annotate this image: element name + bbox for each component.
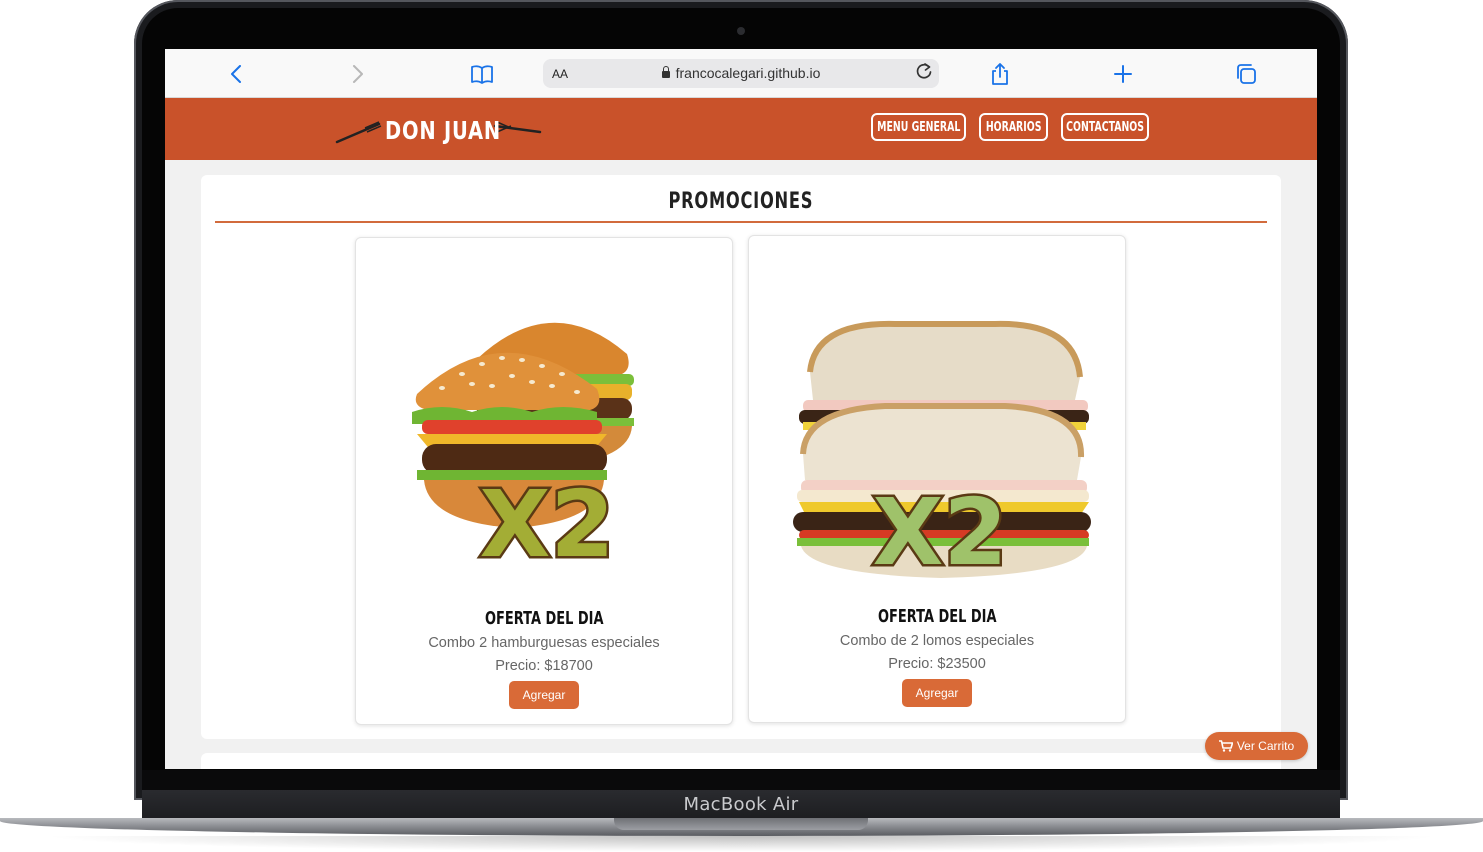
promo-card: X2 OFERTA DEL DIA Combo 2 hamburguesas e…	[355, 237, 733, 725]
back-icon[interactable]	[223, 61, 249, 87]
cart-icon	[1218, 740, 1233, 752]
card-price: Precio: $18700	[495, 658, 593, 674]
logo-text: DON JUAN	[385, 116, 502, 145]
card-description: Combo de 2 lomos especiales	[839, 633, 1035, 649]
nav-horarios-label: HORARIOS	[985, 119, 1042, 135]
nav-contactanos[interactable]: CONTACTANOS	[1061, 113, 1149, 141]
nav-contactanos-label: CONTACTANOS	[1066, 119, 1144, 135]
add-to-cart-button[interactable]: Agregar	[902, 679, 972, 707]
camera-icon	[737, 27, 745, 35]
lomo-sandwich-image: X2	[793, 320, 1091, 582]
promotions-section: PROMOCIONES X2 OFERTA DEL DIA Combo 2 ha…	[201, 175, 1281, 739]
reload-icon[interactable]	[915, 62, 933, 85]
promo-card: X2 OFERTA DEL DIA Combo de 2 lomos espec…	[748, 235, 1126, 723]
bookmarks-icon[interactable]	[469, 61, 495, 87]
laptop-shadow	[40, 836, 1443, 852]
nav-menu-general-label: MENU GENERAL	[876, 119, 961, 135]
laptop-bezel-bottom	[142, 770, 1340, 790]
laptop-notch	[614, 818, 868, 830]
section-title: PROMOCIONES	[668, 189, 814, 214]
next-section	[201, 753, 1281, 769]
svg-text:X2: X2	[873, 479, 1008, 582]
svg-text:X2: X2	[480, 471, 615, 578]
add-to-cart-button[interactable]: Agregar	[509, 681, 579, 709]
forward-icon[interactable]	[345, 61, 371, 87]
browser-toolbar: AA francocalegari.github.io	[165, 49, 1317, 98]
lock-icon	[661, 66, 670, 78]
tabs-icon[interactable]	[1233, 61, 1259, 87]
view-cart-label: Ver Carrito	[1236, 739, 1295, 753]
url-text: francocalegari.github.io	[675, 65, 821, 81]
card-description: Combo 2 hamburguesas especiales	[428, 635, 660, 651]
share-icon[interactable]	[987, 61, 1013, 87]
new-tab-icon[interactable]	[1110, 61, 1136, 87]
nav-horarios[interactable]: HORARIOS	[979, 113, 1048, 141]
title-divider	[215, 221, 1267, 223]
address-bar[interactable]: AA francocalegari.github.io	[543, 59, 939, 88]
view-cart-button[interactable]: Ver Carrito	[1205, 732, 1308, 760]
card-title: OFERTA DEL DIA	[484, 608, 604, 629]
site-logo[interactable]: DON JUAN	[335, 112, 545, 148]
screen: AA francocalegari.github.io DON JUAN MEN…	[165, 49, 1317, 769]
card-price: Precio: $23500	[888, 656, 986, 672]
burger-image: X2	[412, 322, 634, 581]
device-brand-label: MacBook Air	[683, 794, 799, 815]
site-header: DON JUAN MENU GENERAL HORARIOS CONTACTAN…	[165, 98, 1317, 160]
nav-menu-general[interactable]: MENU GENERAL	[871, 113, 966, 141]
card-title: OFERTA DEL DIA	[877, 606, 997, 627]
